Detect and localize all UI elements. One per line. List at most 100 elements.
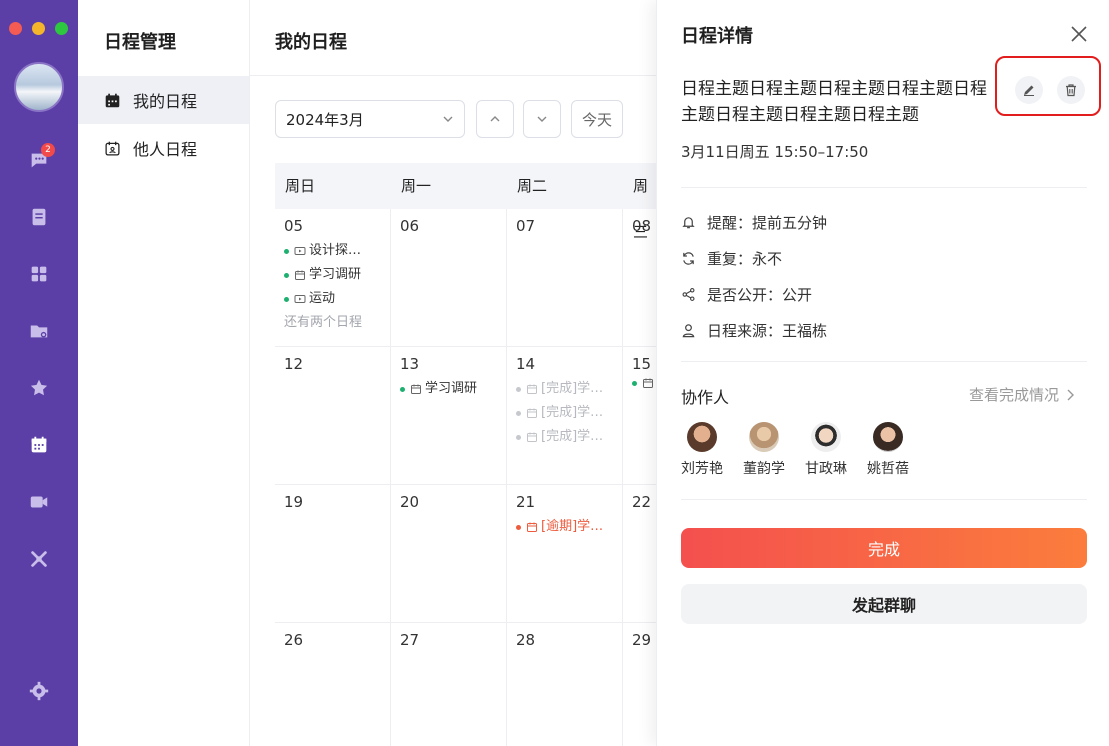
schedule-detail-panel: 日程详情 日程主题日程主题日程主题日程主题日程主题日程主题日程主题日程主题 3月… <box>656 0 1109 746</box>
source-row: 日程来源： 王福栋 <box>681 320 827 341</box>
calendar-icon[interactable] <box>27 433 51 457</box>
today-button[interactable]: 今天 <box>571 100 623 138</box>
collaborator-name: 刘芳艳 <box>681 461 723 477</box>
visibility-row: 是否公开： 公开 <box>681 284 812 305</box>
schedule-event[interactable]: [完成]学… <box>516 401 622 425</box>
close-icon[interactable] <box>1069 24 1089 44</box>
schedule-event[interactable]: 设计探… <box>284 239 390 263</box>
schedule-event[interactable]: [完成]学… <box>516 425 622 449</box>
calendar-day-cell[interactable]: 21 [逾期]学… <box>507 485 623 623</box>
event-status-dot <box>632 380 637 386</box>
apps-icon[interactable] <box>27 262 51 286</box>
event-status-dot <box>284 248 289 254</box>
day-number: 19 <box>284 493 304 511</box>
day-number: 22 <box>632 493 652 511</box>
calendar-day-cell[interactable]: 19 <box>275 485 391 623</box>
day-number: 20 <box>400 493 420 511</box>
start-group-chat-button[interactable]: 发起群聊 <box>681 584 1087 624</box>
calendar-day-cell[interactable]: 15 <box>623 347 660 485</box>
schedule-event[interactable] <box>632 377 659 389</box>
calendar-icon <box>527 408 537 418</box>
weekday-header: 周日 周一 周二 周三 <box>275 163 660 241</box>
page-title: 我的日程 <box>275 32 347 53</box>
menu-item-my-schedule[interactable]: 我的日程 <box>78 76 249 124</box>
next-month-button[interactable] <box>523 100 561 138</box>
star-icon[interactable] <box>27 376 51 400</box>
event-title: [完成]学… <box>541 405 604 420</box>
chat-unread-badge: 2 <box>41 143 55 157</box>
window-zoom-button[interactable] <box>55 22 68 35</box>
day-number: 21 <box>516 493 536 511</box>
calendar-day-cell[interactable]: 08 <box>623 209 660 347</box>
calendar-day-cell[interactable]: 13 学习调研 <box>391 347 507 485</box>
divider <box>681 499 1087 500</box>
user-avatar[interactable] <box>14 62 64 112</box>
tools-icon[interactable] <box>27 547 51 571</box>
menu-item-others-schedule[interactable]: 他人日程 <box>78 124 249 172</box>
window-minimize-button[interactable] <box>32 22 45 35</box>
view-completion-label: 查看完成情况 <box>969 386 1060 404</box>
chevron-up-icon <box>490 116 500 122</box>
folder-icon[interactable] <box>27 319 51 343</box>
view-completion-link[interactable]: 查看完成情况 <box>969 384 1077 405</box>
edit-button[interactable] <box>1015 76 1043 104</box>
collaborator[interactable]: 董韵学 <box>739 420 789 478</box>
schedule-event[interactable]: 运动 <box>284 287 390 311</box>
prev-month-button[interactable] <box>476 100 514 138</box>
day-number: 29 <box>632 631 652 649</box>
calendar-day-cell[interactable]: 26 <box>275 623 391 746</box>
chevron-down-icon <box>537 116 547 122</box>
avatar <box>873 422 903 452</box>
calendar-icon <box>411 384 421 394</box>
calendar-main: 我的日程 2024年3月 今天 周日 周一 周二 周三 05 设计探… 学习调研 运动… <box>250 0 660 746</box>
highlight-box <box>995 56 1101 116</box>
schedule-event[interactable]: 学习调研 <box>400 377 506 401</box>
calendar-day-cell[interactable]: 29 <box>623 623 660 746</box>
collaborator[interactable]: 甘政琳 <box>801 420 851 478</box>
more-events-link[interactable]: 还有两个日程 <box>284 311 390 335</box>
month-select[interactable]: 2024年3月 <box>275 100 465 138</box>
day-number: 14 <box>516 355 536 373</box>
window-close-button[interactable] <box>9 22 22 35</box>
collaborator[interactable]: 姚哲蓓 <box>863 420 913 478</box>
video-icon <box>294 247 306 255</box>
menu-item-label: 我的日程 <box>133 92 198 111</box>
complete-button[interactable]: 完成 <box>681 528 1087 568</box>
divider <box>681 361 1087 362</box>
calendar-icon <box>643 378 653 388</box>
schedule-time: 3月11日周五 15:50–17:50 <box>681 143 869 161</box>
chevron-right-icon <box>1067 389 1075 400</box>
divider <box>681 187 1087 188</box>
calendar-day-cell[interactable]: 07 <box>507 209 623 347</box>
calendar-day-cell[interactable]: 12 <box>275 347 391 485</box>
schedule-event[interactable]: [逾期]学… <box>516 515 622 539</box>
calendar-day-cell[interactable]: 05 设计探… 学习调研 运动 还有两个日程 <box>275 209 391 347</box>
event-status-dot <box>284 272 289 278</box>
delete-button[interactable] <box>1057 76 1085 104</box>
calendar-day-cell[interactable]: 22 <box>623 485 660 623</box>
schedule-subject: 日程主题日程主题日程主题日程主题日程主题日程主题日程主题日程主题 <box>681 79 987 125</box>
settings-icon[interactable] <box>27 679 51 703</box>
event-title: 运动 <box>309 291 336 306</box>
trash-icon <box>1066 84 1076 97</box>
info-label: 重复： <box>707 250 753 268</box>
schedule-event[interactable]: [完成]学… <box>516 377 622 401</box>
calendar-day-cell[interactable]: 14 [完成]学… [完成]学… [完成]学… <box>507 347 623 485</box>
calendar-day-cell[interactable]: 28 <box>507 623 623 746</box>
app-rail: 2 <box>0 0 78 746</box>
weekday-label: 周日 <box>285 177 316 195</box>
user-icon <box>682 324 695 338</box>
day-number: 13 <box>400 355 420 373</box>
calendar-day-cell[interactable]: 27 <box>391 623 507 746</box>
schedule-event[interactable]: 学习调研 <box>284 263 390 287</box>
event-title: 学习调研 <box>309 267 362 282</box>
video-icon[interactable] <box>27 490 51 514</box>
notes-icon[interactable] <box>27 205 51 229</box>
calendar-day-cell[interactable]: 20 <box>391 485 507 623</box>
calendar-icon <box>105 93 120 107</box>
panel-title: 日程详情 <box>681 26 753 47</box>
info-value: 公开 <box>782 286 813 304</box>
pencil-icon <box>1024 85 1034 96</box>
collaborator[interactable]: 刘芳艳 <box>677 420 727 478</box>
calendar-day-cell[interactable]: 06 <box>391 209 507 347</box>
